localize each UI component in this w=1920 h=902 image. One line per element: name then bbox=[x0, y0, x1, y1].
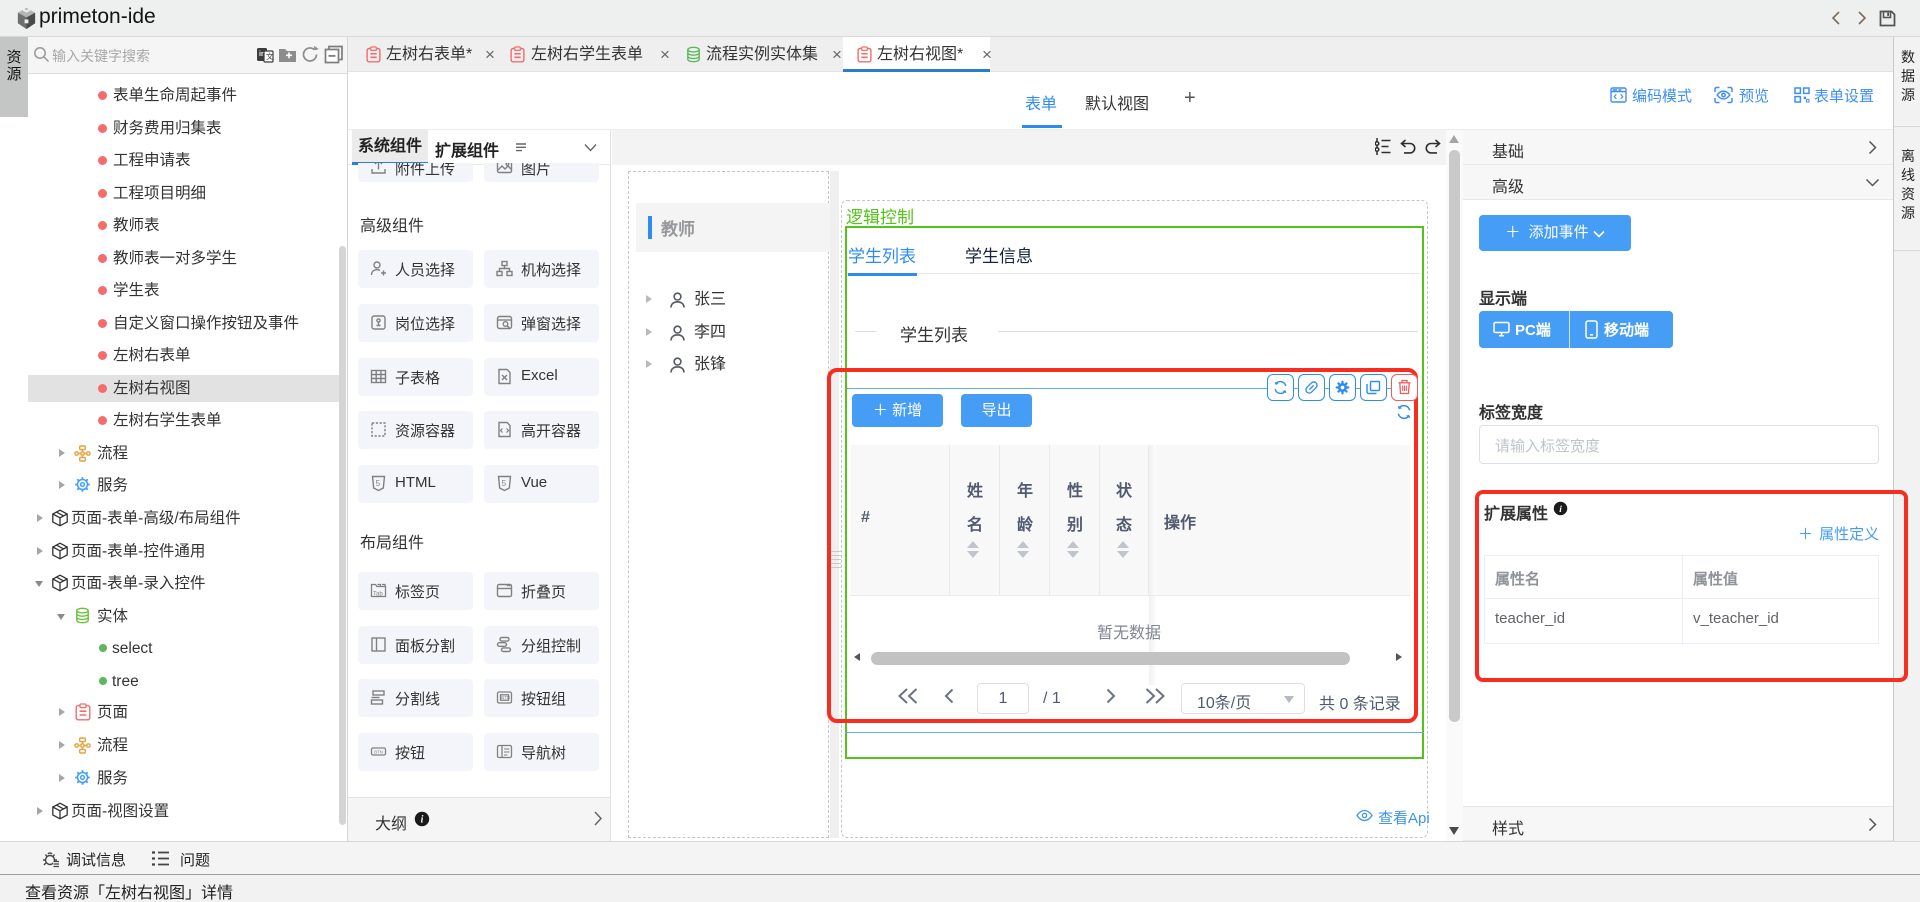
svg-text:Tab: Tab bbox=[373, 592, 383, 598]
svg-text:i: i bbox=[421, 815, 424, 826]
svg-text:5: 5 bbox=[376, 479, 381, 488]
svg-text:BTN: BTN bbox=[501, 695, 510, 700]
svg-text:BTN: BTN bbox=[374, 750, 383, 755]
svg-text:5: 5 bbox=[502, 479, 507, 488]
svg-text:文: 文 bbox=[266, 51, 274, 61]
